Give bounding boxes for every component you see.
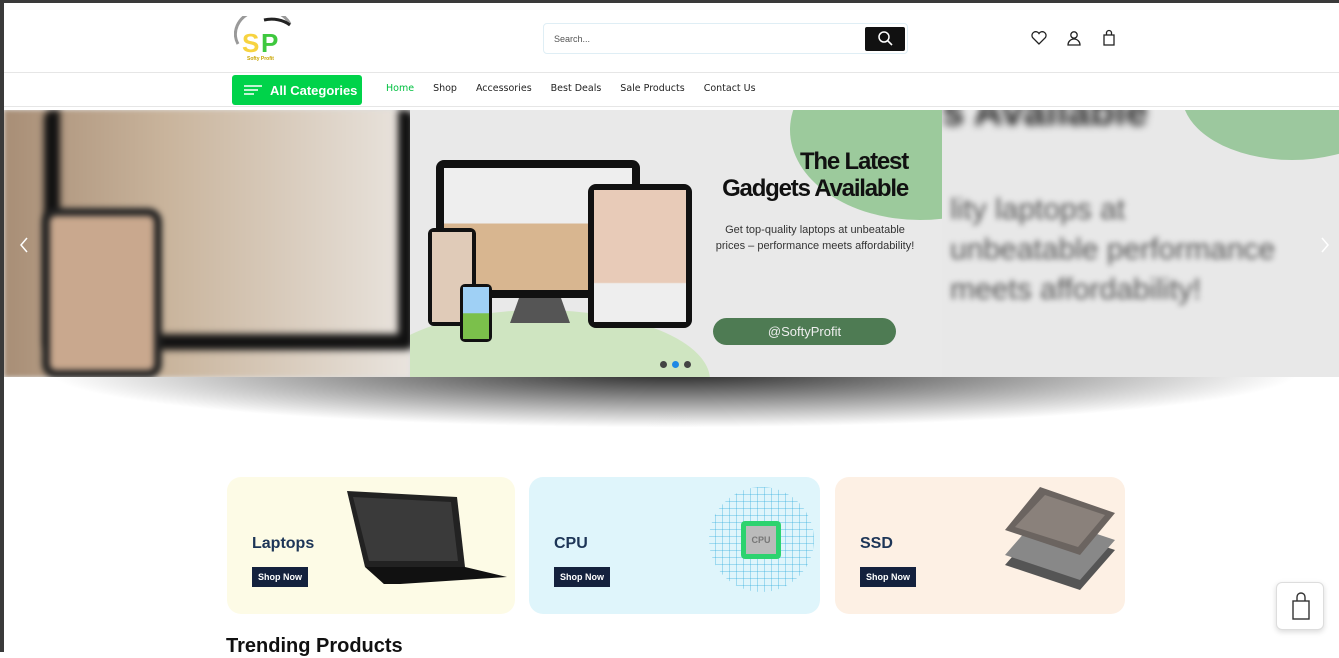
svg-text:S: S xyxy=(242,28,259,58)
banner-shadow xyxy=(44,373,1304,428)
carousel-dot-1[interactable] xyxy=(660,361,667,368)
category-title: SSD xyxy=(860,535,893,552)
shop-now-button[interactable]: Shop Now xyxy=(860,567,916,587)
hero-carousel: s Available lity laptops at unbeatable p… xyxy=(4,110,1339,377)
banner-heading-line2: Gadgets Available xyxy=(722,175,909,202)
search-button[interactable] xyxy=(865,27,905,51)
main-nav: All Categories Home Shop Accessories Bes… xyxy=(4,73,1339,107)
next-slide-preview: s Available lity laptops at unbeatable p… xyxy=(942,110,1339,377)
laptop-image xyxy=(347,491,507,584)
nav-sale-products[interactable]: Sale Products xyxy=(620,83,684,94)
chevron-right-icon[interactable] xyxy=(1319,236,1331,254)
search-placeholder: Search... xyxy=(554,34,591,44)
category-title: CPU xyxy=(554,535,588,552)
ssd-image xyxy=(1005,487,1115,590)
search-icon xyxy=(878,31,893,46)
logo[interactable]: SP Softy Profit xyxy=(233,8,296,62)
nav-accessories[interactable]: Accessories xyxy=(476,83,532,94)
category-card-cpu[interactable]: CPU Shop Now CPU xyxy=(529,477,820,614)
shop-now-button[interactable]: Shop Now xyxy=(554,567,610,587)
header: SP Softy Profit Search... xyxy=(4,3,1339,73)
category-card-laptops[interactable]: Laptops Shop Now xyxy=(227,477,515,614)
trending-products-heading: Trending Products xyxy=(226,635,403,657)
carousel-dots xyxy=(660,361,691,368)
all-categories-button[interactable]: All Categories xyxy=(232,75,362,105)
cpu-chip-label: CPU xyxy=(746,526,776,554)
previous-slide-preview xyxy=(4,110,414,377)
nav-links: Home Shop Accessories Best Deals Sale Pr… xyxy=(386,83,756,94)
carousel-dot-2[interactable] xyxy=(672,361,679,368)
carousel-dot-3[interactable] xyxy=(684,361,691,368)
banner-heading-line1: The Latest xyxy=(799,148,909,175)
nav-contact-us[interactable]: Contact Us xyxy=(704,83,756,94)
cart-icon[interactable] xyxy=(1100,29,1118,47)
cpu-chip-icon: CPU xyxy=(741,521,781,559)
user-icon[interactable] xyxy=(1065,29,1083,47)
nav-best-deals[interactable]: Best Deals xyxy=(551,83,602,94)
active-slide[interactable]: The Latest Gadgets Available Get top-qua… xyxy=(410,110,942,377)
chevron-left-icon[interactable] xyxy=(18,236,30,254)
category-title: Laptops xyxy=(252,535,315,552)
menu-icon xyxy=(244,85,262,95)
banner-text: Get top-quality laptops at unbeatable pr… xyxy=(715,224,915,252)
search-input[interactable]: Search... xyxy=(543,23,908,54)
banner-handle-button[interactable]: @SoftyProfit xyxy=(713,318,896,345)
nav-home[interactable]: Home xyxy=(386,83,414,94)
svg-text:Softy Profit: Softy Profit xyxy=(247,56,274,62)
shop-now-button[interactable]: Shop Now xyxy=(252,567,308,587)
svg-text:P: P xyxy=(261,28,278,58)
category-card-ssd[interactable]: SSD Shop Now xyxy=(835,477,1125,614)
nav-shop[interactable]: Shop xyxy=(433,83,457,94)
shopping-bag-icon xyxy=(1292,592,1310,620)
all-categories-label: All Categories xyxy=(270,82,358,98)
heart-icon[interactable] xyxy=(1030,29,1048,47)
blurred-text: lity laptops at unbeatable performance m… xyxy=(950,193,1276,306)
blurred-heading: s Available xyxy=(942,110,1149,134)
floating-cart-button[interactable] xyxy=(1276,582,1324,630)
